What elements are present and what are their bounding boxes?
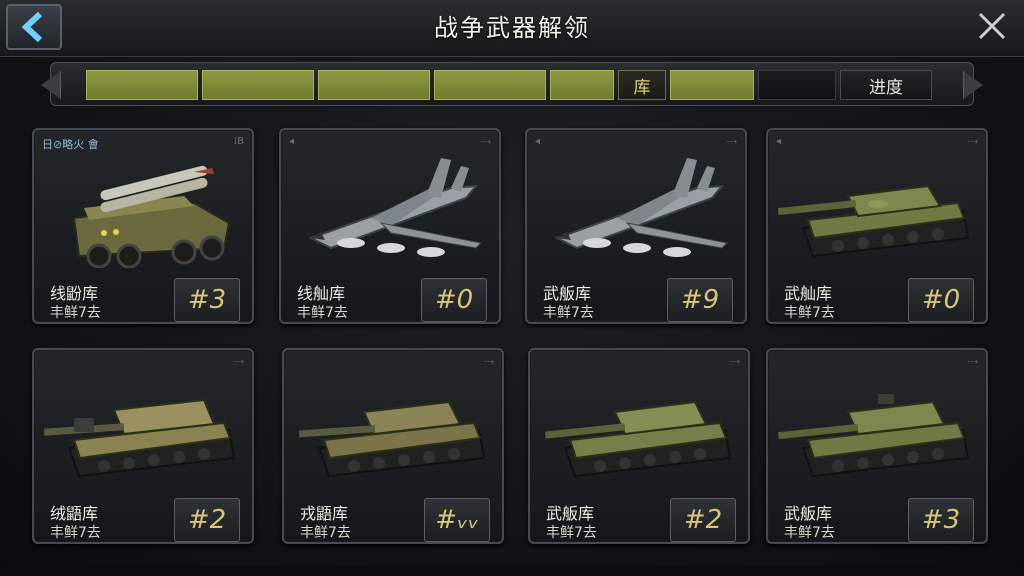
card-subtitle: 丰鲜7去: [300, 525, 351, 541]
tab-progress[interactable]: 进度: [840, 70, 932, 100]
top-bar: 战争武器解领: [0, 0, 1024, 57]
corner-arrow-icon: ◂: [776, 136, 782, 147]
corner-mark: ⤏: [233, 356, 244, 367]
fighter-jet-icon: [308, 158, 483, 257]
tab-segment-7[interactable]: [758, 70, 836, 100]
card-subtitle: 丰鲜7去: [543, 305, 594, 321]
corner-mark: ⤏: [483, 356, 494, 367]
corner-arrow-icon: ◂: [289, 136, 295, 147]
card-name: 武舨库: [546, 504, 595, 523]
tab-segment-6[interactable]: [670, 70, 754, 100]
card-subtitle: 丰鲜7去: [50, 525, 101, 541]
corner-arrow-icon: ◂: [535, 136, 541, 147]
card-subtitle: 丰鲜7去: [546, 525, 597, 541]
card-count: #3: [908, 498, 974, 542]
close-button[interactable]: [972, 8, 1012, 44]
weapon-card[interactable]: ⤏ 武舨库 丰鲜7去 #2: [528, 348, 750, 544]
weapon-card[interactable]: 日⊘略火 會 ⁞B 线鼢库 丰鲜7去 #3: [32, 128, 254, 324]
tab-library[interactable]: 库: [618, 70, 666, 100]
card-count: #0: [908, 278, 974, 322]
card-name: 绒鼯库: [50, 504, 99, 523]
card-subtitle: 丰鲜7去: [50, 305, 101, 321]
corner-mark: ⤏: [967, 136, 978, 147]
card-name: 线鼢库: [50, 284, 99, 303]
page-title: 战争武器解领: [434, 14, 590, 42]
weapon-card[interactable]: ⤏ 武舨库 丰鲜7去 #3: [766, 348, 988, 544]
bottom-strip: [0, 566, 1024, 576]
tank-icon: [778, 184, 970, 258]
card-subtitle: 丰鲜7去: [784, 525, 835, 541]
card-subtitle: 丰鲜7去: [297, 305, 348, 321]
missile-truck-icon: [72, 165, 231, 268]
weapon-card[interactable]: ⤏ 绒鼯库 丰鲜7去 #2: [32, 348, 254, 544]
tab-segment-5[interactable]: [550, 70, 614, 100]
tank-icon: [44, 398, 236, 478]
card-count: #9: [667, 278, 733, 322]
weapon-card[interactable]: ◂ ⤏ 武舢库 丰鲜7去 #0: [766, 128, 988, 324]
card-count: #ᵥᵥ: [424, 498, 490, 542]
tab-segment-1[interactable]: [86, 70, 198, 100]
tank-icon: [544, 400, 732, 478]
card-count: #3: [174, 278, 240, 322]
close-icon: [978, 12, 1006, 40]
weapon-card[interactable]: ◂ ⤏ 武舨库 丰鲜7去 #9: [525, 128, 747, 324]
corner-mark: ⤏: [967, 356, 978, 367]
card-name: 武舨库: [543, 284, 592, 303]
card-name: 武舢库: [784, 284, 833, 303]
weapon-card[interactable]: ⤏ 戎鼯库 丰鲜7去 #ᵥᵥ: [282, 348, 504, 544]
card-name: 武舨库: [784, 504, 833, 523]
weapon-card[interactable]: ◂ ⤏ 线舢库 丰鲜7去 #0: [279, 128, 501, 324]
card-name: 线舢库: [297, 284, 346, 303]
corner-mark: ⁞B: [233, 136, 244, 147]
tank-icon: [298, 400, 486, 478]
card-count: #0: [421, 278, 487, 322]
fighter-jet-icon: [554, 158, 729, 257]
card-subtitle: 丰鲜7去: [784, 305, 835, 321]
tab-segment-3[interactable]: [318, 70, 430, 100]
corner-mark: ⤏: [726, 136, 737, 147]
card-name: 戎鼯库: [300, 504, 349, 523]
card-count: #2: [670, 498, 736, 542]
card-count: #2: [174, 498, 240, 542]
tab-segment-2[interactable]: [202, 70, 314, 100]
corner-mark: ⤏: [480, 136, 491, 147]
corner-mark: ⤏: [729, 356, 740, 367]
tab-segment-4[interactable]: [434, 70, 546, 100]
category-tabs: 库 进度: [86, 70, 948, 100]
tank-icon: [778, 394, 970, 478]
